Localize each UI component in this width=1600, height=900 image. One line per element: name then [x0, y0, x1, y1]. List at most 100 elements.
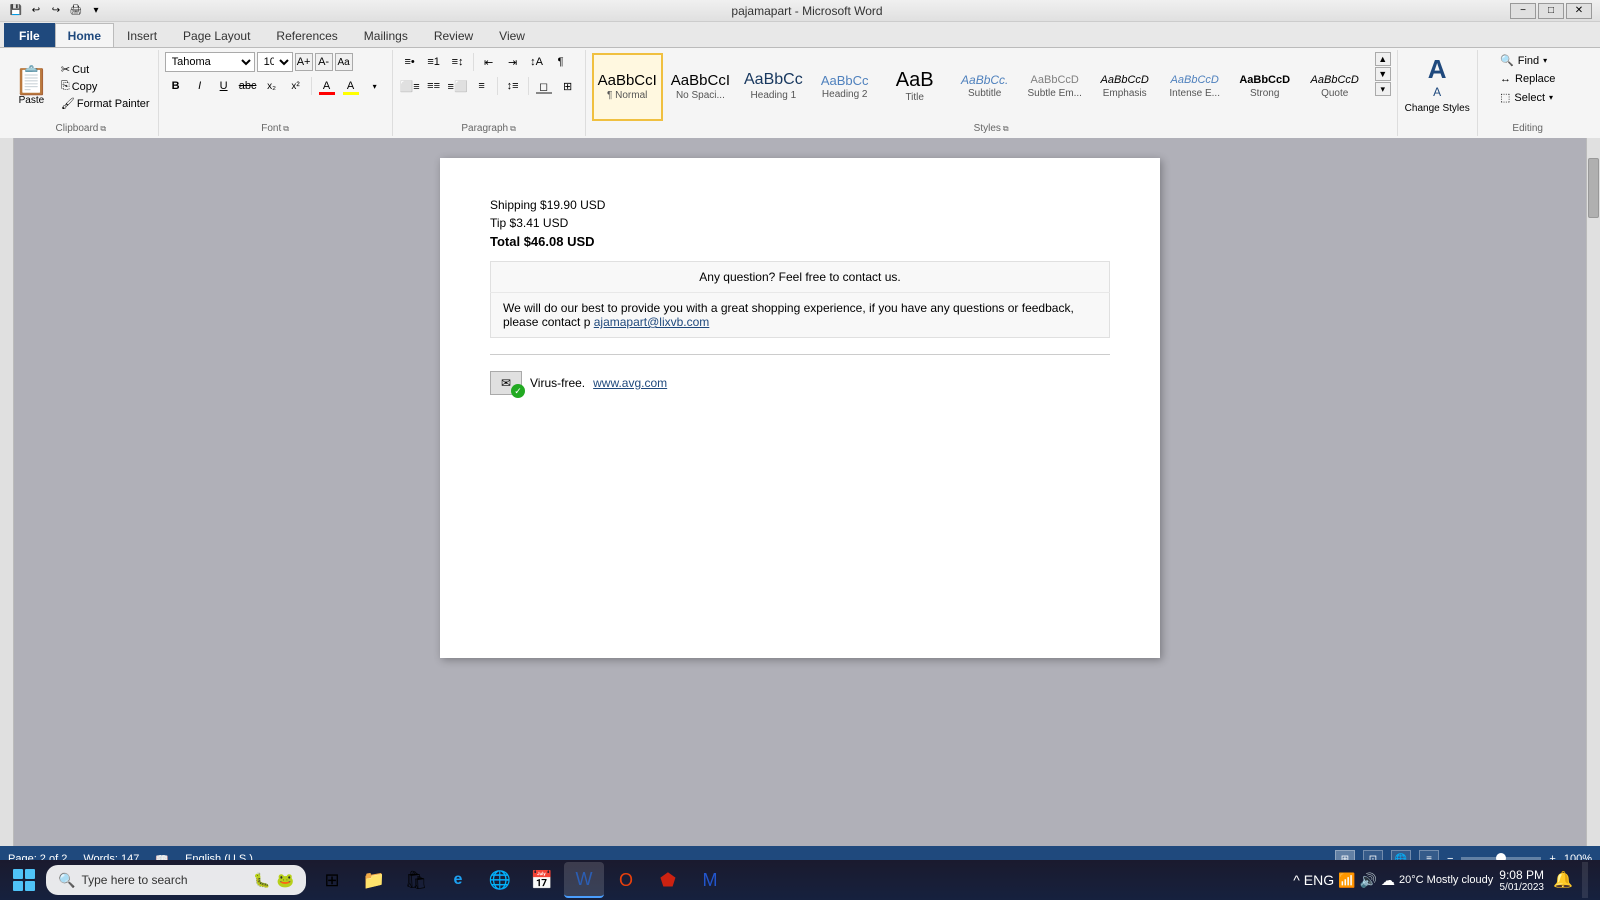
- minimize-button[interactable]: −: [1510, 3, 1536, 19]
- undo-icon[interactable]: ↩: [28, 3, 44, 19]
- decrease-indent-button[interactable]: ⇤: [478, 52, 500, 72]
- style-quote[interactable]: AaBbCcD Quote: [1301, 53, 1369, 121]
- select-button[interactable]: ⬚ Select ▾: [1496, 89, 1557, 106]
- office-button[interactable]: O: [606, 862, 646, 898]
- style-title[interactable]: AaB Title: [881, 53, 949, 121]
- system-clock[interactable]: 9:08 PM 5/01/2023: [1499, 868, 1544, 893]
- styles-scroll-more[interactable]: ▾: [1375, 82, 1391, 96]
- superscript-button[interactable]: x²: [285, 76, 307, 96]
- align-right-button[interactable]: ≡⬜: [447, 76, 469, 96]
- paragraph-expand[interactable]: ⧉: [510, 124, 516, 134]
- show-desktop-button[interactable]: [1582, 862, 1588, 898]
- tab-home[interactable]: Home: [55, 23, 114, 47]
- italic-button[interactable]: I: [189, 76, 211, 96]
- tab-insert[interactable]: Insert: [114, 23, 170, 47]
- word-button[interactable]: W: [564, 862, 604, 898]
- taskbar-search[interactable]: 🔍 Type here to search 🐛 🐸: [46, 865, 306, 895]
- font-size-select[interactable]: 10: [257, 52, 293, 72]
- style-subtle-em[interactable]: AaBbCcD Subtle Em...: [1021, 53, 1089, 121]
- speaker-icon[interactable]: 🔊: [1360, 872, 1377, 889]
- style-heading2[interactable]: AaBbCc Heading 2: [811, 53, 879, 121]
- weather-icon[interactable]: ☁: [1381, 872, 1395, 889]
- start-button[interactable]: [4, 862, 44, 898]
- tab-file[interactable]: File: [4, 23, 55, 47]
- print-icon[interactable]: 🖨: [68, 3, 84, 19]
- quick-access-toolbar[interactable]: 💾 ↩ ↪ 🖨 ▾: [8, 3, 104, 19]
- underline-button[interactable]: U: [213, 76, 235, 96]
- cut-button[interactable]: ✂ Cut: [59, 62, 152, 77]
- task-view-button[interactable]: ⊞: [312, 862, 352, 898]
- vertical-scrollbar[interactable]: [1586, 138, 1600, 846]
- tab-review[interactable]: Review: [421, 23, 486, 47]
- tab-view[interactable]: View: [486, 23, 538, 47]
- font-expand[interactable]: ⧉: [283, 124, 289, 134]
- font-size-increase[interactable]: A+: [295, 53, 313, 71]
- notification-button[interactable]: 🔔: [1550, 862, 1576, 898]
- app-icon-blue[interactable]: M: [690, 862, 730, 898]
- copy-button[interactable]: ⎘ Copy: [59, 79, 152, 94]
- style-normal[interactable]: AaBbCcI ¶ Normal: [592, 53, 663, 121]
- paste-button[interactable]: 📋 Paste: [10, 65, 53, 108]
- style-subtitle[interactable]: AaBbCc. Subtitle: [951, 53, 1019, 121]
- network-icon[interactable]: 📶: [1338, 872, 1355, 889]
- change-styles-button[interactable]: A A: [1426, 52, 1449, 101]
- subscript-button[interactable]: x₂: [261, 76, 283, 96]
- align-left-button[interactable]: ⬜≡: [399, 76, 421, 96]
- bullets-button[interactable]: ≡•: [399, 52, 421, 72]
- find-button[interactable]: 🔍 Find ▾: [1496, 52, 1551, 69]
- styles-expand[interactable]: ⧉: [1003, 124, 1009, 134]
- email-link[interactable]: ajamapart@lixvb.com: [594, 315, 710, 329]
- sort-button[interactable]: ↕A: [526, 52, 548, 72]
- document-page[interactable]: Shipping $19.90 USD Tip $3.41 USD Total …: [440, 158, 1160, 658]
- style-no-spacing[interactable]: AaBbCcI No Spaci...: [665, 53, 736, 121]
- scrollbar-thumb[interactable]: [1588, 158, 1599, 218]
- font-color-dropdown[interactable]: ▾: [364, 76, 386, 96]
- bold-button[interactable]: B: [165, 76, 187, 96]
- show-formatting-button[interactable]: ¶: [550, 52, 572, 72]
- clear-format-button[interactable]: Aa: [335, 53, 353, 71]
- multilevel-list-button[interactable]: ≡↕: [447, 52, 469, 72]
- tab-page-layout[interactable]: Page Layout: [170, 23, 263, 47]
- justify-button[interactable]: ≡: [471, 76, 493, 96]
- replace-button[interactable]: ↔ Replace: [1496, 71, 1559, 87]
- styles-scroll-buttons[interactable]: ▲ ▼ ▾: [1375, 52, 1391, 121]
- shading-button[interactable]: ◻: [533, 76, 555, 96]
- strikethrough-button[interactable]: abc: [237, 76, 259, 96]
- styles-scroll-down[interactable]: ▼: [1375, 67, 1391, 81]
- find-dropdown-arrow[interactable]: ▾: [1543, 56, 1547, 65]
- font-color-button[interactable]: A: [316, 76, 338, 96]
- font-family-select[interactable]: Tahoma: [165, 52, 255, 72]
- align-center-button[interactable]: ≡≡: [423, 76, 445, 96]
- format-painter-button[interactable]: 🖌 Format Painter: [59, 96, 152, 111]
- chrome-button[interactable]: 🌐: [480, 862, 520, 898]
- app-icon-red[interactable]: ⬟: [648, 862, 688, 898]
- window-controls[interactable]: − □ ✕: [1510, 3, 1592, 19]
- tab-references[interactable]: References: [263, 23, 350, 47]
- language-icon[interactable]: ENG: [1304, 872, 1334, 888]
- file-explorer-button[interactable]: 📁: [354, 862, 394, 898]
- change-styles-label[interactable]: Change Styles: [1405, 103, 1470, 114]
- avg-link[interactable]: www.avg.com: [593, 376, 667, 390]
- text-highlight-button[interactable]: A: [340, 76, 362, 96]
- style-heading1[interactable]: AaBbCc Heading 1: [738, 53, 809, 121]
- style-strong[interactable]: AaBbCcD Strong: [1231, 53, 1299, 121]
- ms-store-button[interactable]: 🛍: [396, 862, 436, 898]
- line-spacing-button[interactable]: ↕≡: [502, 76, 524, 96]
- maximize-button[interactable]: □: [1538, 3, 1564, 19]
- select-dropdown-arrow[interactable]: ▾: [1549, 93, 1553, 102]
- styles-scroll-up[interactable]: ▲: [1375, 52, 1391, 66]
- edge-button[interactable]: e: [438, 862, 478, 898]
- close-button[interactable]: ✕: [1566, 3, 1592, 19]
- clipboard-expand[interactable]: ⧉: [100, 124, 106, 134]
- customize-icon[interactable]: ▾: [88, 3, 104, 19]
- increase-indent-button[interactable]: ⇥: [502, 52, 524, 72]
- border-button[interactable]: ⊞: [557, 76, 579, 96]
- style-intense-em[interactable]: AaBbCcD Intense E...: [1161, 53, 1229, 121]
- tab-mailings[interactable]: Mailings: [351, 23, 421, 47]
- numbering-button[interactable]: ≡1: [423, 52, 445, 72]
- style-emphasis[interactable]: AaBbCcD Emphasis: [1091, 53, 1159, 121]
- calendar-button[interactable]: 📅: [522, 862, 562, 898]
- tray-expand[interactable]: ^: [1293, 872, 1300, 888]
- save-icon[interactable]: 💾: [8, 3, 24, 19]
- font-size-decrease[interactable]: A-: [315, 53, 333, 71]
